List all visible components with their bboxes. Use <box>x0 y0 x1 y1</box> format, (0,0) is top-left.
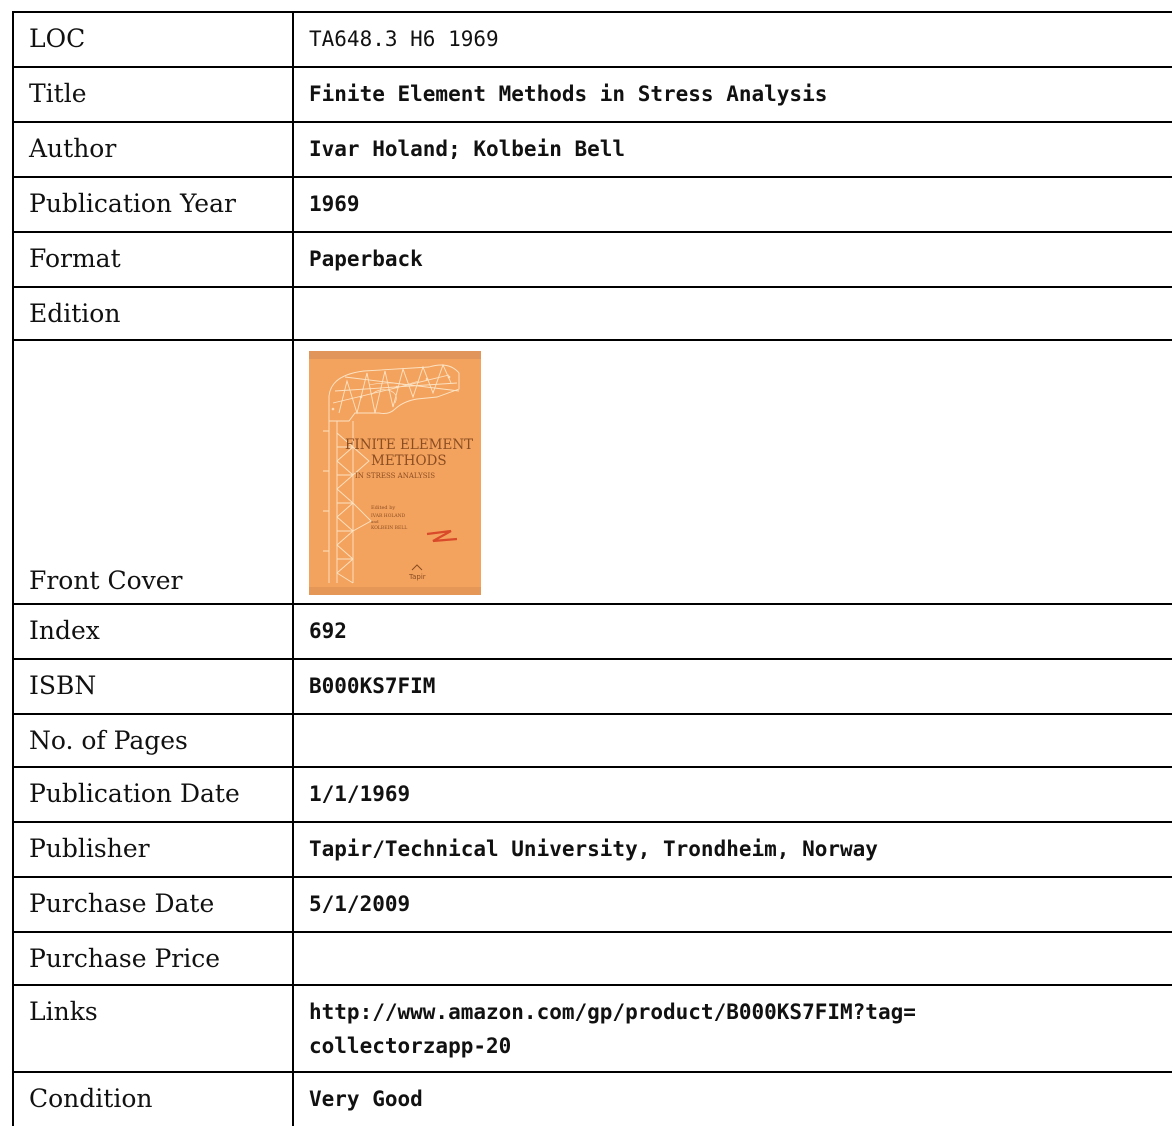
cover-title-line2: METHODS <box>371 453 447 469</box>
cover-editor2: KOLBEIN BELL <box>371 525 407 531</box>
author-value: Ivar Holand; Kolbein Bell <box>292 121 1172 178</box>
publication-date-value: 1/1/1969 <box>292 766 1172 823</box>
book-record-table: LOC TA648.3 H6 1969 Title Finite Element… <box>12 11 1172 1126</box>
row-loc: LOC TA648.3 H6 1969 <box>12 11 1172 68</box>
loc-value: TA648.3 H6 1969 <box>292 11 1172 68</box>
purchase-date-label: Purchase Date <box>12 876 294 933</box>
row-isbn: ISBN B000KS7FIM <box>12 658 1172 715</box>
row-front-cover: Front Cover FINITE ELEMENT METHODS IN ST… <box>12 339 1172 605</box>
loc-label: LOC <box>12 11 294 68</box>
publisher-value: Tapir/Technical University, Trondheim, N… <box>292 821 1172 878</box>
format-value: Paperback <box>292 231 1172 288</box>
publication-year-label: Publication Year <box>12 176 294 233</box>
cover-publisher-logo: Tapir <box>408 573 426 581</box>
index-value: 692 <box>292 603 1172 660</box>
format-label: Format <box>12 231 294 288</box>
row-purchase-date: Purchase Date 5/1/2009 <box>12 876 1172 933</box>
row-purchase-price: Purchase Price <box>12 931 1172 986</box>
row-publication-date: Publication Date 1/1/1969 <box>12 766 1172 823</box>
cover-title-line1: FINITE ELEMENT <box>345 437 473 453</box>
title-value: Finite Element Methods in Stress Analysi… <box>292 66 1172 123</box>
index-label: Index <box>12 603 294 660</box>
links-value-line1[interactable]: http://www.amazon.com/gp/product/B000KS7… <box>309 995 1168 1029</box>
cover-subtitle: IN STRESS ANALYSIS <box>355 472 435 480</box>
row-publisher: Publisher Tapir/Technical University, Tr… <box>12 821 1172 878</box>
row-author: Author Ivar Holand; Kolbein Bell <box>12 121 1172 178</box>
links-label: Links <box>12 984 294 1073</box>
row-publication-year: Publication Year 1969 <box>12 176 1172 233</box>
front-cover-image: FINITE ELEMENT METHODS IN STRESS ANALYSI… <box>309 351 481 595</box>
row-condition: Condition Very Good <box>12 1071 1172 1126</box>
edition-label: Edition <box>12 286 294 341</box>
purchase-price-value <box>292 931 1172 986</box>
pages-label: No. of Pages <box>12 713 294 768</box>
publication-year-value: 1969 <box>292 176 1172 233</box>
front-cover-label: Front Cover <box>12 339 294 605</box>
publication-date-label: Publication Date <box>12 766 294 823</box>
title-label: Title <box>12 66 294 123</box>
condition-label: Condition <box>12 1071 294 1126</box>
publisher-label: Publisher <box>12 821 294 878</box>
links-value-line2[interactable]: collectorzapp-20 <box>309 1029 1168 1063</box>
row-pages: No. of Pages <box>12 713 1172 768</box>
row-edition: Edition <box>12 286 1172 341</box>
purchase-date-value: 5/1/2009 <box>292 876 1172 933</box>
condition-value: Very Good <box>292 1071 1172 1126</box>
cover-edited-by: Edited by <box>371 505 395 511</box>
pages-value <box>292 713 1172 768</box>
front-cover-cell: FINITE ELEMENT METHODS IN STRESS ANALYSI… <box>292 339 1172 605</box>
links-value[interactable]: http://www.amazon.com/gp/product/B000KS7… <box>292 984 1172 1073</box>
row-format: Format Paperback <box>12 231 1172 288</box>
isbn-value: B000KS7FIM <box>292 658 1172 715</box>
cover-and: and <box>371 519 379 524</box>
row-title: Title Finite Element Methods in Stress A… <box>12 66 1172 123</box>
edition-value <box>292 286 1172 341</box>
purchase-price-label: Purchase Price <box>12 931 294 986</box>
author-label: Author <box>12 121 294 178</box>
row-index: Index 692 <box>12 603 1172 660</box>
isbn-label: ISBN <box>12 658 294 715</box>
row-links: Links http://www.amazon.com/gp/product/B… <box>12 984 1172 1073</box>
